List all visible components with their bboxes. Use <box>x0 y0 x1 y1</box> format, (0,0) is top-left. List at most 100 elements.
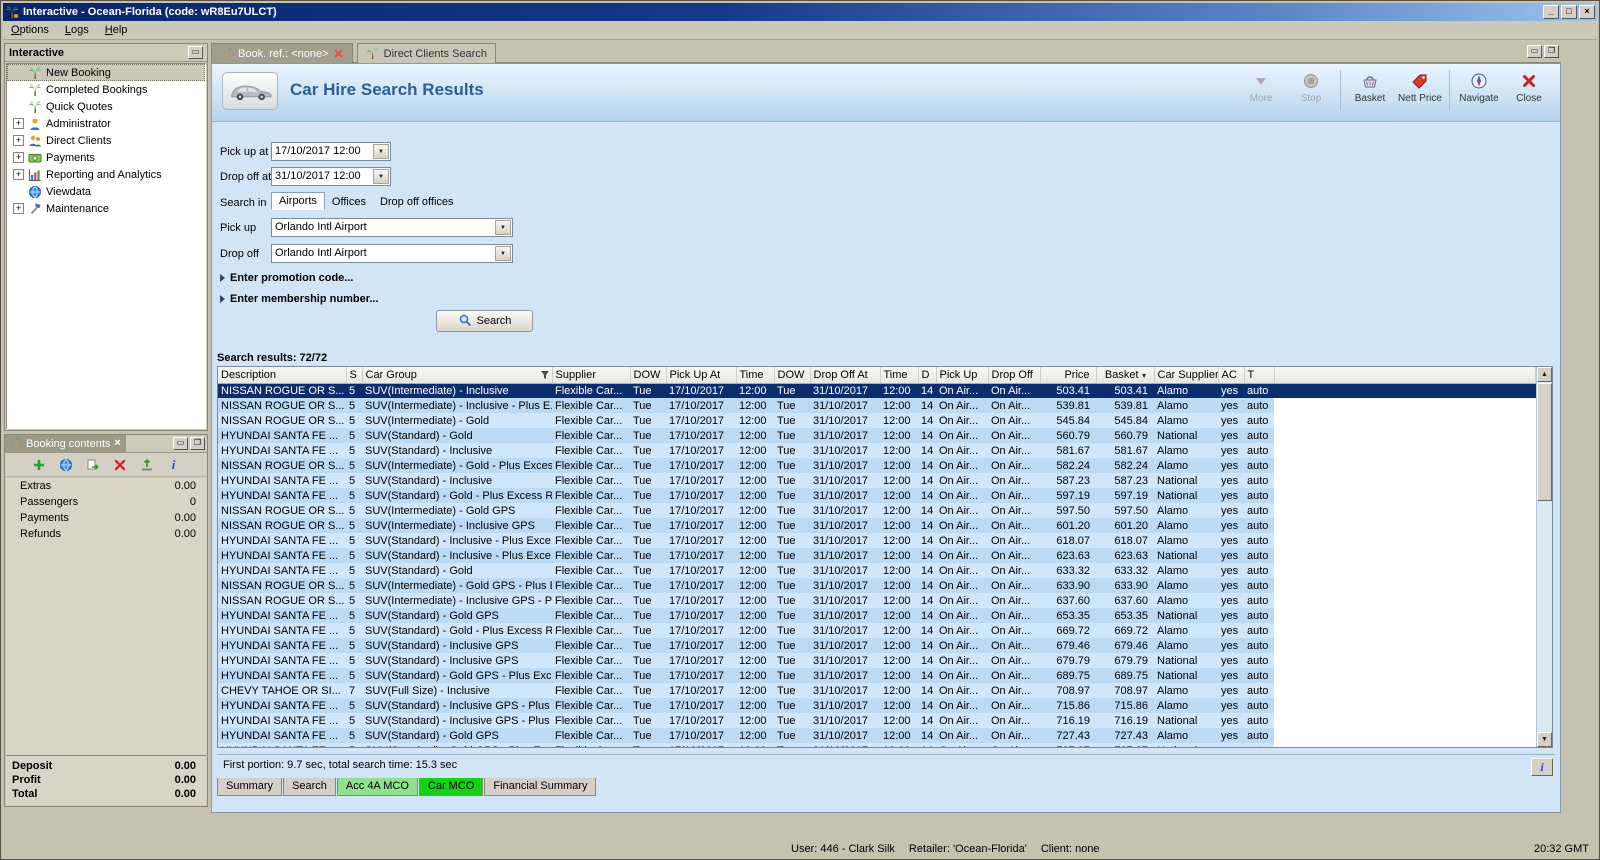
col-dow-pickup[interactable]: DOW <box>630 367 667 384</box>
result-row[interactable]: HYUNDAI SANTA FE ... 5 SUV(Standard) - Inc… <box>218 638 1536 653</box>
result-row[interactable]: NISSAN ROGUE OR S... 5 SUV(Intermediate) -… <box>218 383 1536 398</box>
search-button[interactable]: Search <box>436 310 533 332</box>
world-icon[interactable] <box>58 457 73 472</box>
result-row[interactable]: HYUNDAI SANTA FE ... 5 SUV(Standard) - Inc… <box>218 653 1536 668</box>
panel-restore-button[interactable]: ❐ <box>190 437 205 450</box>
result-row[interactable]: HYUNDAI SANTA FE ...5SUV(Standard) - Gol… <box>218 743 1536 747</box>
info-icon[interactable]: i <box>166 457 181 472</box>
tab-car-mco[interactable]: Car MCO <box>418 778 484 796</box>
sidebar-item-reporting-analytics[interactable]: + Reporting and Analytics <box>7 166 205 183</box>
sidebar-item-administrator[interactable]: + Administrator <box>7 115 205 132</box>
pickup-combo[interactable]: Orlando Intl Airport ▼ <box>271 218 513 237</box>
import-icon[interactable] <box>139 457 154 472</box>
expand-plus-icon[interactable]: + <box>13 118 24 129</box>
menu-options[interactable]: Options <box>3 22 57 38</box>
sidebar-item-completed-bookings[interactable]: Completed Bookings <box>7 81 205 98</box>
result-row[interactable]: HYUNDAI SANTA FE ... 5 SUV(Standard) - Inc… <box>218 533 1536 548</box>
result-row[interactable]: CHEVY TAHOE OR SI... 7 SUV(Full Size) - In… <box>218 683 1536 698</box>
basket-button[interactable]: Basket <box>1345 68 1395 104</box>
result-row[interactable]: HYUNDAI SANTA FE ...5SUV(Standard) - Gol… <box>218 608 1536 623</box>
sidebar-collapse-button[interactable]: ▭ <box>188 46 203 59</box>
mdi-restore-button[interactable]: ❐ <box>1544 45 1559 58</box>
dropoff-at-combo[interactable]: 31/10/2017 12:00 ▼ <box>271 167 391 186</box>
col-days[interactable]: D <box>918 367 937 384</box>
sidebar-item-quick-quotes[interactable]: Quick Quotes <box>7 98 205 115</box>
expand-plus-icon[interactable]: + <box>13 135 24 146</box>
tab-direct-clients-search[interactable]: Direct Clients Search <box>356 43 496 63</box>
result-row[interactable]: HYUNDAI SANTA FE ... 5 SUV(Standard) - Inc… <box>218 713 1536 728</box>
tab-booking-ref[interactable]: Book. ref.: <none> ✕ <box>211 43 353 63</box>
tab-offices[interactable]: Offices <box>325 194 373 210</box>
result-row[interactable]: HYUNDAI SANTA FE ...5SUV(Standard) - Gol… <box>218 668 1536 683</box>
col-basket[interactable]: Basket ▼ <box>1096 367 1155 384</box>
col-price[interactable]: Price <box>1040 367 1097 384</box>
tab-summary[interactable]: Summary <box>217 778 283 796</box>
col-description[interactable]: Description <box>218 367 347 384</box>
tab-search[interactable]: Search <box>283 778 336 796</box>
sidebar-item-direct-clients[interactable]: + Direct Clients <box>7 132 205 149</box>
sidebar-item-payments[interactable]: + Payments <box>7 149 205 166</box>
result-row[interactable]: HYUNDAI SANTA FE ...5SUV(Standard) - Gol… <box>218 623 1536 638</box>
result-row[interactable]: HYUNDAI SANTA FE ... 5 SUV(Standard) - Inc… <box>218 443 1536 458</box>
export-icon[interactable] <box>85 457 100 472</box>
result-row[interactable]: NISSAN ROGUE OR S... 5 SUV(Intermediate) -… <box>218 398 1536 413</box>
menu-help[interactable]: Help <box>97 22 136 38</box>
sidebar-item-viewdata[interactable]: Viewdata <box>7 183 205 200</box>
dropdown-arrow-icon[interactable]: ▼ <box>495 246 511 261</box>
col-car-supplier[interactable]: Car Supplier <box>1154 367 1219 384</box>
scroll-down-icon[interactable]: ▼ <box>1537 732 1552 747</box>
col-seats[interactable]: S <box>346 367 363 384</box>
maximize-button[interactable]: □ <box>1561 5 1577 19</box>
more-button[interactable]: More <box>1236 68 1286 104</box>
info-button[interactable]: i <box>1531 758 1553 776</box>
result-row[interactable]: NISSAN ROGUE OR S... 5 SUV(Intermediate) -… <box>218 518 1536 533</box>
dropdown-arrow-icon[interactable]: ▼ <box>495 220 511 235</box>
sidebar-item-maintenance[interactable]: + Maintenance <box>7 200 205 217</box>
col-dropoff-at[interactable]: Drop Off At <box>810 367 881 384</box>
scrollbar-thumb[interactable] <box>1537 383 1552 501</box>
dropdown-arrow-icon[interactable]: ▼ <box>373 144 389 159</box>
result-row[interactable]: HYUNDAI SANTA FE ...5SUV(Standard) - Gol… <box>218 728 1536 743</box>
nett-price-button[interactable]: Nett Price <box>1395 68 1445 104</box>
add-icon[interactable] <box>31 457 46 472</box>
result-row[interactable]: HYUNDAI SANTA FE ...5SUV(Standard) - Gol… <box>218 563 1536 578</box>
vertical-scrollbar[interactable]: ▲ ▼ <box>1536 367 1552 747</box>
col-pickup-loc[interactable]: Pick Up <box>936 367 989 384</box>
col-pickup-at[interactable]: Pick Up At <box>666 367 737 384</box>
delete-icon[interactable] <box>112 457 127 472</box>
close-button[interactable]: Close <box>1504 68 1554 104</box>
result-row[interactable]: NISSAN ROGUE OR S... 5 SUV(Intermediate) -… <box>218 413 1536 428</box>
pickup-at-combo[interactable]: 17/10/2017 12:00 ▼ <box>271 142 391 161</box>
minimize-button[interactable]: _ <box>1543 5 1559 19</box>
sidebar-item-new-booking[interactable]: New Booking <box>7 64 205 81</box>
col-dropoff-time[interactable]: Time <box>880 367 919 384</box>
col-ac[interactable]: AC <box>1218 367 1245 384</box>
scroll-up-icon[interactable]: ▲ <box>1537 367 1552 382</box>
result-row[interactable]: HYUNDAI SANTA FE ...5SUV(Standard) - Gol… <box>218 488 1536 503</box>
promotion-code-expander[interactable]: Enter promotion code... <box>220 272 353 284</box>
col-dropoff-loc[interactable]: Drop Off <box>988 367 1041 384</box>
navigate-button[interactable]: Navigate <box>1454 68 1504 104</box>
result-row[interactable]: HYUNDAI SANTA FE ... 5 SUV(Standard) - Inc… <box>218 473 1536 488</box>
result-row[interactable]: HYUNDAI SANTA FE ...5SUV(Standard) - Gol… <box>218 428 1536 443</box>
mdi-minimize-button[interactable]: ▭ <box>1527 45 1542 58</box>
tab-drop-off-offices[interactable]: Drop off offices <box>373 194 461 210</box>
result-row[interactable]: NISSAN ROGUE OR S... 5 SUV(Intermediate) -… <box>218 593 1536 608</box>
filter-funnel-icon[interactable] <box>540 370 550 382</box>
result-row[interactable]: NISSAN ROGUE OR S... 5 SUV(Intermediate) -… <box>218 578 1536 593</box>
expand-plus-icon[interactable]: + <box>13 169 24 180</box>
close-panel-icon[interactable]: × <box>114 438 120 449</box>
dropdown-arrow-icon[interactable]: ▼ <box>373 169 389 184</box>
col-car-group[interactable]: Car Group <box>362 367 553 384</box>
menu-logs[interactable]: Logs <box>57 22 97 38</box>
tab-financial-summary[interactable]: Financial Summary <box>484 778 597 796</box>
result-row[interactable]: HYUNDAI SANTA FE ... 5 SUV(Standard) - Inc… <box>218 698 1536 713</box>
expand-plus-icon[interactable]: + <box>13 203 24 214</box>
result-row[interactable]: NISSAN ROGUE OR S... 5 SUV(Intermediate) -… <box>218 458 1536 473</box>
tab-acc-4a-mco[interactable]: Acc 4A MCO <box>336 778 418 796</box>
result-row[interactable]: HYUNDAI SANTA FE ... 5 SUV(Standard) - Inc… <box>218 548 1536 563</box>
expand-plus-icon[interactable]: + <box>13 152 24 163</box>
col-supplier[interactable]: Supplier <box>552 367 631 384</box>
result-row[interactable]: NISSAN ROGUE OR S... 5 SUV(Intermediate) -… <box>218 503 1536 518</box>
col-dow-dropoff[interactable]: DOW <box>774 367 811 384</box>
